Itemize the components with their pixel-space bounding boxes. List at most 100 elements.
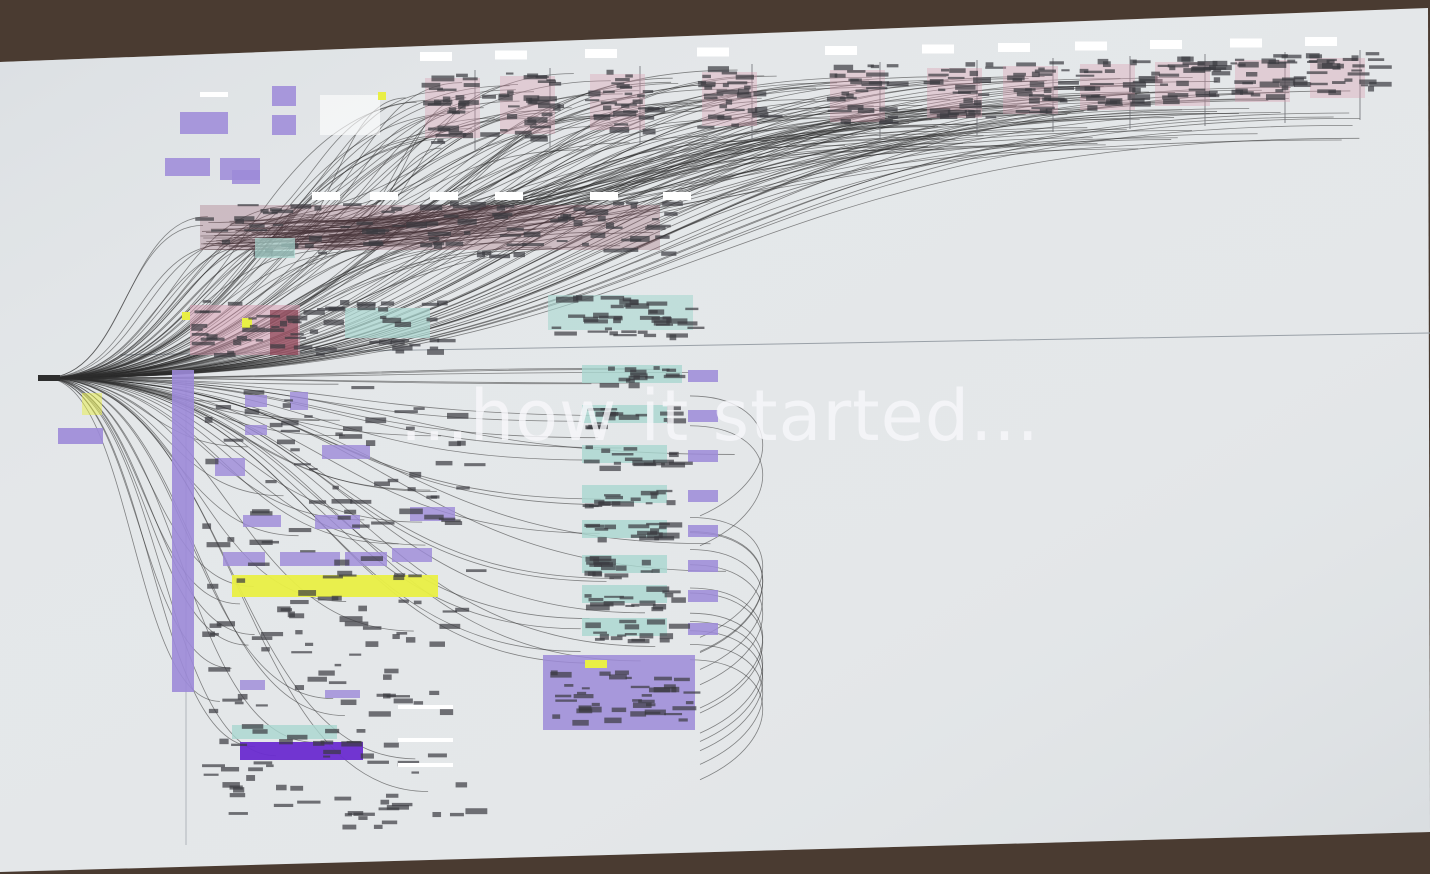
node xyxy=(466,569,487,573)
node xyxy=(366,228,386,235)
node xyxy=(405,637,416,643)
node xyxy=(435,133,450,137)
node xyxy=(271,325,280,328)
node xyxy=(582,242,589,246)
node xyxy=(365,417,387,424)
node xyxy=(827,109,852,113)
node xyxy=(585,622,601,629)
node xyxy=(514,130,532,135)
node xyxy=(625,604,635,607)
node xyxy=(429,346,439,350)
node xyxy=(449,812,464,817)
node xyxy=(939,113,958,120)
node xyxy=(1053,86,1075,90)
node xyxy=(455,782,468,788)
node xyxy=(205,458,219,465)
node xyxy=(736,92,752,98)
column-header-label xyxy=(922,44,954,54)
node xyxy=(847,104,864,111)
node xyxy=(340,699,357,706)
node xyxy=(322,575,343,579)
node xyxy=(855,89,869,93)
node xyxy=(1369,65,1392,69)
node xyxy=(593,312,609,318)
node xyxy=(1015,109,1030,113)
node xyxy=(506,227,524,231)
node xyxy=(498,94,513,101)
node xyxy=(658,526,667,530)
node xyxy=(753,91,767,97)
node xyxy=(437,338,456,343)
node xyxy=(202,764,225,768)
node xyxy=(445,241,464,246)
node xyxy=(371,521,395,525)
node xyxy=(368,240,383,246)
node xyxy=(441,519,461,523)
node xyxy=(396,631,408,635)
node xyxy=(614,670,629,675)
node xyxy=(551,326,562,329)
node xyxy=(625,676,632,680)
node xyxy=(661,251,677,256)
node xyxy=(279,739,293,745)
node xyxy=(664,593,674,598)
node xyxy=(847,70,866,73)
node xyxy=(611,707,627,713)
node-group-purple xyxy=(688,490,718,502)
node xyxy=(1309,54,1323,59)
node xyxy=(202,300,212,303)
node xyxy=(621,330,637,334)
node xyxy=(604,573,629,578)
node xyxy=(505,72,514,75)
node xyxy=(560,214,568,219)
node xyxy=(500,129,508,132)
node xyxy=(662,201,683,206)
node-group-purple xyxy=(272,115,296,135)
node xyxy=(637,107,654,110)
node xyxy=(480,132,500,137)
node xyxy=(408,574,422,578)
node xyxy=(499,234,521,237)
node xyxy=(191,323,208,328)
band-label xyxy=(370,192,398,200)
node xyxy=(985,62,994,67)
node xyxy=(427,349,445,355)
node xyxy=(724,108,745,112)
node xyxy=(313,740,325,746)
node xyxy=(626,201,639,205)
node xyxy=(947,76,965,79)
node xyxy=(600,101,618,105)
node xyxy=(866,72,889,77)
node xyxy=(273,223,284,227)
node xyxy=(576,691,587,695)
node xyxy=(829,73,838,78)
node xyxy=(964,110,975,113)
node xyxy=(599,501,621,506)
node xyxy=(266,764,274,768)
node xyxy=(256,314,281,318)
node xyxy=(747,108,758,114)
node xyxy=(437,88,457,92)
node xyxy=(645,226,666,230)
node-group-purple xyxy=(325,690,360,698)
node xyxy=(632,460,656,466)
node xyxy=(1038,67,1045,71)
node xyxy=(290,204,312,209)
node xyxy=(260,631,284,637)
node xyxy=(207,583,219,589)
node xyxy=(300,550,316,553)
node xyxy=(651,569,660,573)
node xyxy=(1013,72,1026,76)
node xyxy=(1031,107,1055,110)
node xyxy=(1293,76,1307,80)
node xyxy=(1176,80,1189,87)
node xyxy=(462,77,478,81)
node xyxy=(600,295,625,300)
node xyxy=(204,417,213,423)
node xyxy=(334,663,342,667)
node xyxy=(1058,80,1079,85)
node xyxy=(374,481,390,487)
node xyxy=(1188,88,1206,91)
node xyxy=(308,468,318,471)
node xyxy=(252,729,268,734)
